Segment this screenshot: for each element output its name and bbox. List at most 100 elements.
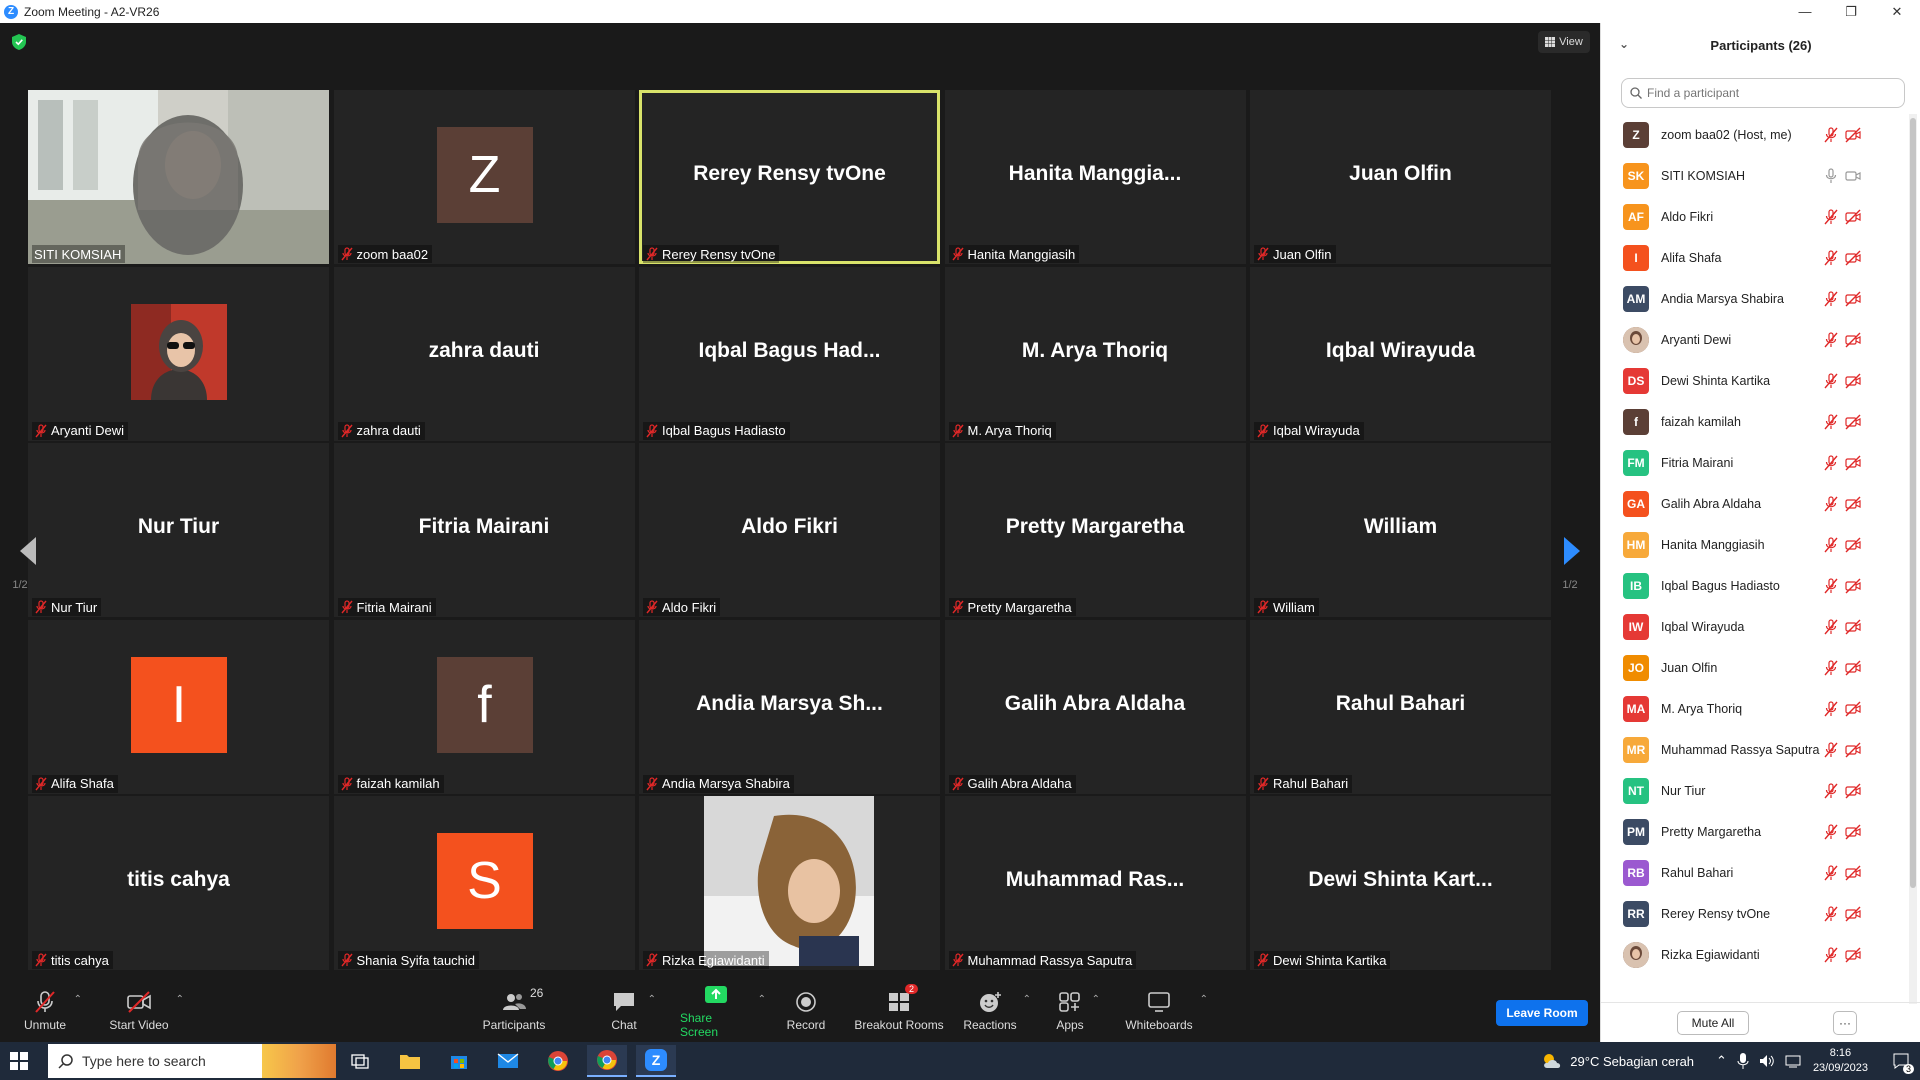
collapse-panel-icon[interactable]: ⌄: [1619, 37, 1629, 51]
whiteboards-options-caret[interactable]: ⌃: [1200, 994, 1208, 1005]
apps-options-caret[interactable]: ⌃: [1092, 994, 1100, 1005]
participant-search[interactable]: [1621, 78, 1905, 108]
share-options-caret[interactable]: ⌃: [758, 994, 766, 1005]
participant-tile[interactable]: f faizah kamilah: [333, 619, 635, 794]
more-options-button[interactable]: ···: [1833, 1011, 1857, 1035]
participant-tile[interactable]: Iqbal Wirayuda Iqbal Wirayuda: [1250, 266, 1551, 441]
encryption-shield-icon[interactable]: [12, 34, 26, 50]
participant-row[interactable]: Aryanti Dewi: [1601, 319, 1909, 360]
participant-row[interactable]: SK SITI KOMSIAH: [1601, 155, 1909, 196]
speaker-icon[interactable]: [1759, 1054, 1775, 1068]
participant-list-scrollbar[interactable]: [1909, 114, 1917, 1004]
participant-search-input[interactable]: [1647, 86, 1887, 100]
taskbar-search[interactable]: Type here to search: [48, 1044, 336, 1078]
participant-tile[interactable]: Hanita Manggia... Hanita Manggiasih: [944, 90, 1246, 264]
zoom-app-icon[interactable]: Z: [636, 1045, 676, 1077]
windows-start-icon[interactable]: [10, 1052, 28, 1070]
tile-name-label: Andia Marsya Shabira: [643, 774, 794, 793]
participant-tile[interactable]: I Alifa Shafa: [28, 619, 329, 794]
unmute-button[interactable]: Unmute ⌃: [22, 980, 82, 1042]
chrome-icon[interactable]: [538, 1045, 578, 1077]
start-video-button[interactable]: Start Video ⌃: [108, 980, 184, 1042]
participant-tile[interactable]: titis cahya titis cahya: [28, 796, 329, 971]
participant-tile[interactable]: Rerey Rensy tvOne Rerey Rensy tvOne: [639, 90, 940, 264]
restore-icon[interactable]: ❐: [1828, 0, 1874, 23]
participant-row[interactable]: I Alifa Shafa: [1601, 237, 1909, 278]
reactions-button[interactable]: Reactions ⌃: [963, 980, 1031, 1042]
microsoft-store-icon[interactable]: [439, 1045, 479, 1077]
weather-text[interactable]: 29°C Sebagian cerah: [1570, 1054, 1694, 1069]
participant-row[interactable]: Rizka Egiawidanti: [1601, 934, 1909, 975]
close-icon[interactable]: ✕: [1874, 0, 1920, 23]
participant-tile[interactable]: Rahul Bahari Rahul Bahari: [1250, 619, 1551, 794]
participant-tile[interactable]: Zzoom baa02: [333, 90, 635, 264]
participant-row[interactable]: JO Juan Olfin: [1601, 647, 1909, 688]
clock[interactable]: 8:16 23/09/2023: [1813, 1046, 1868, 1076]
participant-tile[interactable]: William William: [1250, 443, 1551, 618]
participant-row[interactable]: DS Dewi Shinta Kartika: [1601, 360, 1909, 401]
participant-tile[interactable]: SITI KOMSIAH: [28, 90, 329, 264]
svg-text:Z: Z: [652, 1052, 661, 1068]
participant-tile[interactable]: Rizka Egiawidanti: [639, 796, 940, 971]
tray-overflow-icon[interactable]: ⌃: [1716, 1053, 1727, 1069]
participant-row[interactable]: f faizah kamilah: [1601, 401, 1909, 442]
video-options-caret[interactable]: ⌃: [176, 994, 184, 1005]
next-page-button[interactable]: 1/2: [1550, 507, 1590, 597]
muted-mic-icon: [1824, 413, 1838, 429]
participant-row[interactable]: PM Pretty Margaretha: [1601, 811, 1909, 852]
mail-icon[interactable]: [488, 1045, 528, 1077]
participant-tile[interactable]: S Shania Syifa tauchid: [333, 796, 635, 971]
audio-options-caret[interactable]: ⌃: [74, 994, 82, 1005]
participant-tile[interactable]: Aldo Fikri Aldo Fikri: [639, 443, 940, 618]
whiteboards-button[interactable]: Whiteboards ⌃: [1124, 980, 1208, 1042]
view-button[interactable]: View: [1538, 31, 1590, 53]
participant-tile[interactable]: Pretty Margaretha Pretty Margaretha: [944, 443, 1246, 618]
scrollbar-thumb[interactable]: [1910, 118, 1916, 888]
participant-tile[interactable]: Muhammad Ras... Muhammad Rassya Saputra: [944, 796, 1246, 971]
participant-tile[interactable]: M. Arya Thoriq M. Arya Thoriq: [944, 266, 1246, 441]
chrome-profile-icon[interactable]: [587, 1045, 627, 1077]
participant-row[interactable]: Zzoom baa02 (Host, me): [1601, 114, 1909, 155]
participant-row[interactable]: GA Galih Abra Aldaha: [1601, 483, 1909, 524]
participant-row[interactable]: IB Iqbal Bagus Hadiasto: [1601, 565, 1909, 606]
notification-center-icon[interactable]: 3: [1882, 1042, 1920, 1080]
network-icon[interactable]: [1785, 1054, 1801, 1068]
participant-row[interactable]: IW Iqbal Wirayuda: [1601, 606, 1909, 647]
muted-mic-icon: [1824, 208, 1838, 224]
participant-tile[interactable]: Nur Tiur Nur Tiur: [28, 443, 329, 618]
share-screen-button[interactable]: Share Screen ⌃: [680, 980, 766, 1042]
participant-row[interactable]: NT Nur Tiur: [1601, 770, 1909, 811]
participant-row[interactable]: AM Andia Marsya Shabira: [1601, 278, 1909, 319]
chat-options-caret[interactable]: ⌃: [648, 994, 656, 1005]
minimize-icon[interactable]: —: [1782, 0, 1828, 23]
participant-tile[interactable]: zahra dauti zahra dauti: [333, 266, 635, 441]
participant-tile[interactable]: Dewi Shinta Kart... Dewi Shinta Kartika: [1250, 796, 1551, 971]
apps-button[interactable]: Apps ⌃: [1054, 980, 1100, 1042]
participant-tile[interactable]: Juan Olfin Juan Olfin: [1250, 90, 1551, 264]
participant-tile[interactable]: Fitria Mairani Fitria Mairani: [333, 443, 635, 618]
reactions-options-caret[interactable]: ⌃: [1023, 994, 1031, 1005]
task-view-icon[interactable]: [340, 1045, 380, 1077]
participant-row[interactable]: MA M. Arya Thoriq: [1601, 688, 1909, 729]
participant-row[interactable]: MR Muhammad Rassya Saputra: [1601, 729, 1909, 770]
participants-button[interactable]: Participants 26: [478, 980, 550, 1042]
participant-tile[interactable]: Galih Abra Aldaha Galih Abra Aldaha: [944, 619, 1246, 794]
leave-room-button[interactable]: Leave Room: [1496, 1000, 1588, 1026]
microphone-tray-icon[interactable]: [1737, 1053, 1749, 1069]
breakout-rooms-button[interactable]: 2 Breakout Rooms: [854, 980, 944, 1042]
chat-button[interactable]: Chat ⌃: [606, 980, 656, 1042]
tile-name-label: Rahul Bahari: [1254, 774, 1353, 793]
participant-row[interactable]: HM Hanita Manggiasih: [1601, 524, 1909, 565]
participant-row[interactable]: FM Fitria Mairani: [1601, 442, 1909, 483]
participant-tile[interactable]: Andia Marsya Sh... Andia Marsya Shabira: [639, 619, 940, 794]
mute-all-button[interactable]: Mute All: [1677, 1011, 1749, 1035]
participants-panel: ⌄ Participants (26) Zzoom baa02 (Host, m…: [1600, 23, 1920, 1042]
participant-row[interactable]: RR Rerey Rensy tvOne: [1601, 893, 1909, 934]
file-explorer-icon[interactable]: [390, 1045, 430, 1077]
previous-page-button[interactable]: 1/2: [0, 507, 40, 597]
participant-row[interactable]: AF Aldo Fikri: [1601, 196, 1909, 237]
record-button[interactable]: Record: [785, 980, 827, 1042]
participant-tile[interactable]: Iqbal Bagus Had... Iqbal Bagus Hadiasto: [639, 266, 940, 441]
participant-row[interactable]: RB Rahul Bahari: [1601, 852, 1909, 893]
participant-tile[interactable]: Aryanti Dewi: [28, 266, 329, 441]
